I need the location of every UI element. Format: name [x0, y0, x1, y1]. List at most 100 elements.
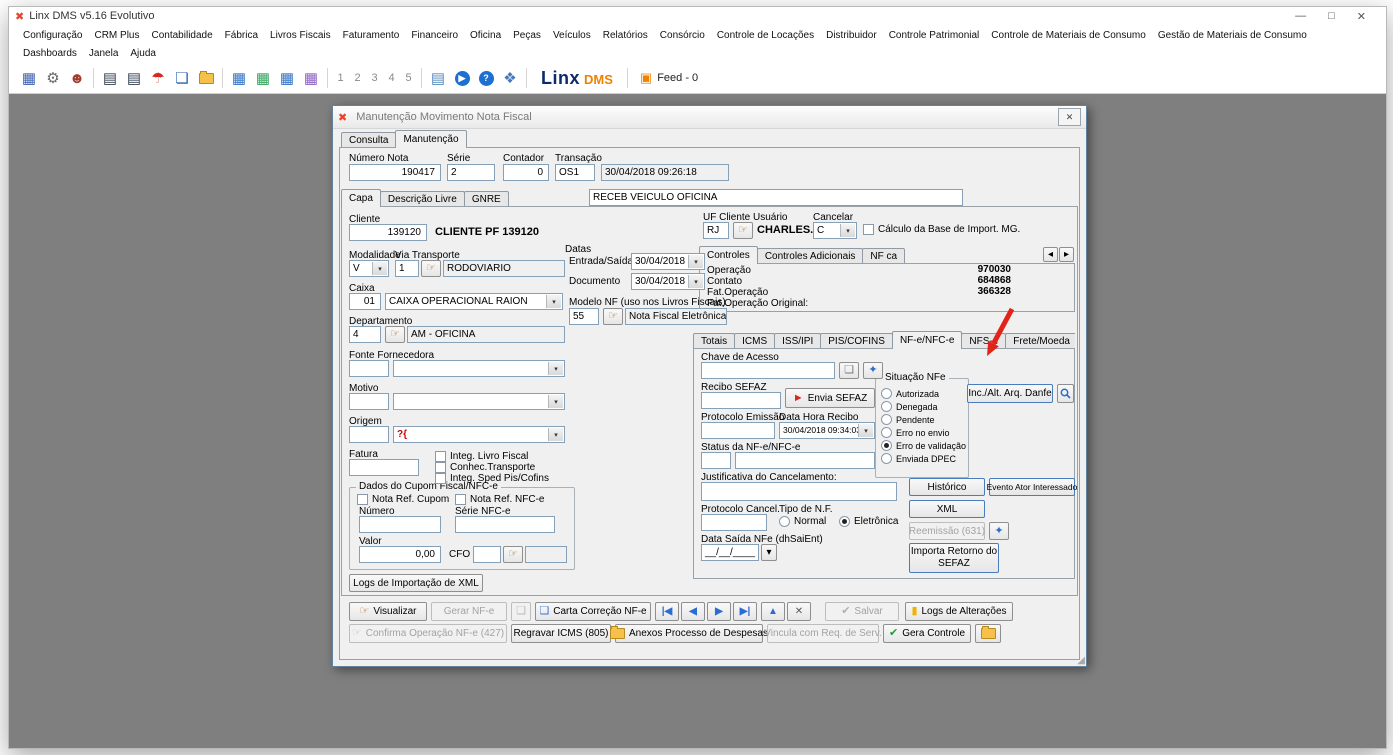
gerar-nfe-button[interactable]: Gerar NF-e: [431, 602, 507, 621]
minimize-button[interactable]: —: [1295, 10, 1306, 23]
tab-nfe-nfce[interactable]: NF-e/NFC-e: [892, 331, 962, 349]
entrada-saida-date[interactable]: 30/04/2018 ▾: [631, 253, 705, 270]
chave-acesso-field[interactable]: [701, 362, 835, 379]
workflow-icon[interactable]: ❖: [498, 66, 522, 90]
report-icon-2[interactable]: ▤: [122, 66, 146, 90]
play-icon[interactable]: ▶: [450, 66, 474, 90]
data-hora-recibo-combo[interactable]: 30/04/2018 09:34:03 ▾: [779, 422, 875, 439]
resize-grip[interactable]: ◢: [1077, 655, 1085, 666]
origem-code-field[interactable]: [349, 426, 389, 443]
window-number-button[interactable]: 2: [349, 69, 366, 88]
table-icon-1[interactable]: ▦: [227, 66, 251, 90]
valor-field[interactable]: 0,00: [359, 546, 441, 563]
print-mini-button[interactable]: ❏: [511, 602, 531, 621]
dropdown-icon[interactable]: ▾: [840, 224, 855, 237]
menu-item[interactable]: Relatórios: [597, 28, 654, 43]
menu-item[interactable]: Dashboards: [17, 46, 83, 61]
radio-erro-no-envio[interactable]: Erro no envio: [881, 427, 950, 438]
inc-alt-arq-danfe-button[interactable]: Inc./Alt. Arq. Danfe: [967, 384, 1053, 403]
menu-item[interactable]: Consórcio: [654, 28, 711, 43]
protocolo-emissao-field[interactable]: [701, 422, 775, 439]
modalidade-combo[interactable]: V ▾: [349, 260, 389, 277]
checkbox-nota-ref-cupom[interactable]: Nota Ref. Cupom: [357, 494, 449, 505]
checkbox-integ-sped[interactable]: Integ. Sped Pis/Cofins: [435, 473, 549, 484]
menu-item[interactable]: Configuração: [17, 28, 88, 43]
menu-item[interactable]: Livros Fiscais: [264, 28, 337, 43]
tab-icms[interactable]: ICMS: [734, 333, 775, 348]
dropdown-icon[interactable]: ▾: [546, 295, 561, 308]
tab-capa[interactable]: Capa: [341, 189, 381, 207]
checkbox-conhec-transporte[interactable]: Conhec.Transporte: [435, 462, 535, 473]
menu-item[interactable]: Controle Patrimonial: [883, 28, 986, 43]
window-number-button[interactable]: 4: [383, 69, 400, 88]
modelo-nf-lookup-button[interactable]: ☞: [603, 308, 623, 325]
document-icon[interactable]: ▤: [426, 66, 450, 90]
numero-nota-field[interactable]: 190417: [349, 164, 441, 181]
user-icon[interactable]: ☻: [65, 66, 89, 90]
motivo-combo[interactable]: ▾: [393, 393, 565, 410]
dropdown-icon[interactable]: ▾: [688, 255, 703, 268]
via-transporte-code-field[interactable]: 1: [395, 260, 419, 277]
radio-erro-de-validacao[interactable]: Erro de validação: [881, 440, 966, 451]
carta-correcao-button[interactable]: ❏ Carta Correção NF-e: [535, 602, 651, 621]
menu-item[interactable]: CRM Plus: [88, 28, 145, 43]
tab-pis-cofins[interactable]: PIS/COFINS: [820, 333, 893, 348]
caixa-code-field[interactable]: 01: [349, 293, 381, 310]
modelo-nf-code-field[interactable]: 55: [569, 308, 599, 325]
checkbox-nota-ref-nfce[interactable]: Nota Ref. NFC-e: [455, 494, 544, 505]
departamento-code-field[interactable]: 4: [349, 326, 381, 343]
checkbox-integ-livro-fiscal[interactable]: Integ. Livro Fiscal: [435, 451, 528, 462]
table-icon-4[interactable]: ▦: [299, 66, 323, 90]
window-number-button[interactable]: 3: [366, 69, 383, 88]
window-number-button[interactable]: 5: [400, 69, 417, 88]
menu-item[interactable]: Peças: [507, 28, 547, 43]
menu-item[interactable]: Veículos: [547, 28, 597, 43]
cupom-numero-field[interactable]: [359, 516, 441, 533]
dropdown-icon[interactable]: ▾: [688, 275, 703, 288]
salvar-button[interactable]: ✔ Salvar: [825, 602, 899, 621]
tab-controles[interactable]: Controles: [699, 246, 758, 264]
dropdown-icon[interactable]: ▾: [548, 395, 563, 408]
feed-button[interactable]: ▣ Feed - 0: [640, 70, 698, 86]
descricao-field[interactable]: RECEB VEICULO OFICINA: [589, 189, 963, 206]
fonte-code-field[interactable]: [349, 360, 389, 377]
radio-pendente[interactable]: Pendente: [881, 414, 935, 425]
radio-autorizada[interactable]: Autorizada: [881, 388, 939, 399]
tab-nf-ca[interactable]: NF ca: [862, 248, 905, 263]
confirma-operacao-button[interactable]: ☞ Confirma Operação NF-e (427): [349, 624, 507, 643]
menu-item[interactable]: Controle de Materiais de Consumo: [985, 28, 1152, 43]
nav-first-button[interactable]: |◀: [655, 602, 679, 621]
data-saida-field[interactable]: __/__/____: [701, 544, 759, 561]
xml-button[interactable]: XML: [909, 500, 985, 518]
tab-gnre[interactable]: GNRE: [464, 191, 509, 206]
menu-item[interactable]: Controle de Locações: [711, 28, 820, 43]
gera-controle-button[interactable]: ✔ Gera Controle: [883, 624, 971, 643]
settings-icon[interactable]: ⚙: [41, 66, 65, 90]
importa-retorno-sefaz-button[interactable]: Importa Retorno do SEFAZ: [909, 543, 999, 573]
evento-ator-interessado-button[interactable]: Evento Ator Interessado: [989, 478, 1075, 496]
dropdown-icon[interactable]: ▾: [548, 362, 563, 375]
open-folder-icon[interactable]: [194, 66, 218, 90]
dropdown-icon[interactable]: ▾: [858, 424, 873, 437]
nav-last-button[interactable]: ▶|: [733, 602, 757, 621]
modules-icon[interactable]: ▦: [17, 66, 41, 90]
uf-field[interactable]: RJ: [703, 222, 729, 239]
envia-sefaz-button[interactable]: ► Envia SEFAZ: [785, 388, 875, 408]
radio-enviada-dpec[interactable]: Enviada DPEC: [881, 453, 956, 464]
cancel-record-button[interactable]: ✕: [787, 602, 811, 621]
folder-button[interactable]: [975, 624, 1001, 643]
window-number-button[interactable]: 1: [332, 69, 349, 88]
cfo-field[interactable]: [473, 546, 501, 563]
tab-consulta[interactable]: Consulta: [341, 132, 396, 147]
nav-next-button[interactable]: ▶: [707, 602, 731, 621]
printer-icon[interactable]: ❏: [170, 66, 194, 90]
motivo-code-field[interactable]: [349, 393, 389, 410]
usuario-lookup-button[interactable]: ☞: [733, 222, 753, 239]
origem-combo[interactable]: ?{ ▾: [393, 426, 565, 443]
menu-item[interactable]: Contabilidade: [146, 28, 219, 43]
menu-item[interactable]: Ajuda: [124, 46, 162, 61]
menu-item[interactable]: Fábrica: [219, 28, 264, 43]
vincula-req-serv-button[interactable]: Vincula com Req. de Serv.: [767, 624, 879, 643]
cliente-code-field[interactable]: 139120: [349, 224, 427, 241]
radio-denegada[interactable]: Denegada: [881, 401, 938, 412]
